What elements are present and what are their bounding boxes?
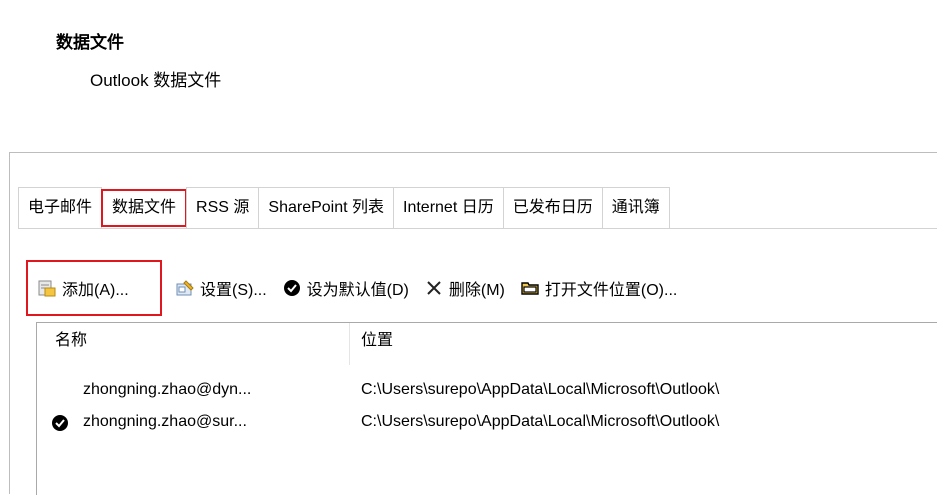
- divider: [9, 152, 10, 494]
- check-circle-icon: [283, 279, 301, 297]
- page-title: 数据文件: [56, 33, 124, 52]
- close-icon: [425, 279, 443, 297]
- open-file-location-label: 打开文件位置(O)...: [544, 282, 678, 299]
- delete-button-label: 删除(M): [448, 282, 505, 299]
- column-header-name[interactable]: 名称: [55, 323, 87, 359]
- list-item[interactable]: zhongning.zhao@sur... C:\Users\surepo\Ap…: [37, 407, 937, 437]
- set-default-button-label: 设为默认值(D): [306, 282, 409, 299]
- settings-icon: [176, 279, 194, 297]
- tab-rss-feeds[interactable]: RSS 源: [186, 187, 260, 228]
- tab-address-books[interactable]: 通讯簿: [601, 187, 670, 228]
- toolbar: 添加(A)... 设置(S)... 设为默认值(D) 删除(M) 打开文件位置(…: [26, 260, 685, 316]
- data-file-name: zhongning.zhao@dyn...: [83, 381, 252, 398]
- tab-data-files[interactable]: 数据文件: [101, 189, 188, 227]
- settings-button[interactable]: 设置(S)...: [168, 260, 275, 316]
- divider: [9, 152, 937, 153]
- column-divider[interactable]: [349, 323, 350, 365]
- page-subtitle: Outlook 数据文件: [90, 71, 222, 90]
- data-file-name: zhongning.zhao@sur...: [83, 413, 247, 430]
- settings-button-label: 设置(S)...: [200, 282, 267, 299]
- data-file-location: C:\Users\surepo\AppData\Local\Microsoft\…: [361, 413, 720, 430]
- add-button-label: 添加(A)...: [62, 282, 129, 299]
- tab-sharepoint-lists[interactable]: SharePoint 列表: [258, 187, 395, 228]
- list-item[interactable]: zhongning.zhao@dyn... C:\Users\surepo\Ap…: [37, 375, 937, 405]
- open-file-location-button[interactable]: 打开文件位置(O)...: [513, 260, 685, 316]
- set-default-button[interactable]: 设为默认值(D): [275, 260, 417, 316]
- folder-icon: [521, 279, 539, 297]
- tab-internet-calendars[interactable]: Internet 日历: [393, 187, 504, 228]
- delete-button[interactable]: 删除(M): [417, 260, 513, 316]
- column-header-location[interactable]: 位置: [361, 323, 393, 359]
- data-files-list[interactable]: 名称 位置 zhongning.zhao@dyn... C:\Users\sur…: [36, 322, 937, 495]
- tab-published-calendars[interactable]: 已发布日历: [502, 187, 603, 228]
- tab-email[interactable]: 电子邮件: [18, 187, 103, 228]
- default-check-icon: [51, 413, 69, 431]
- data-file-location: C:\Users\surepo\AppData\Local\Microsoft\…: [361, 381, 720, 398]
- tab-strip: 电子邮件 数据文件 RSS 源 SharePoint 列表 Internet 日…: [18, 187, 670, 228]
- add-data-file-icon: [38, 279, 56, 297]
- divider: [18, 228, 937, 229]
- add-button[interactable]: 添加(A)...: [26, 260, 162, 316]
